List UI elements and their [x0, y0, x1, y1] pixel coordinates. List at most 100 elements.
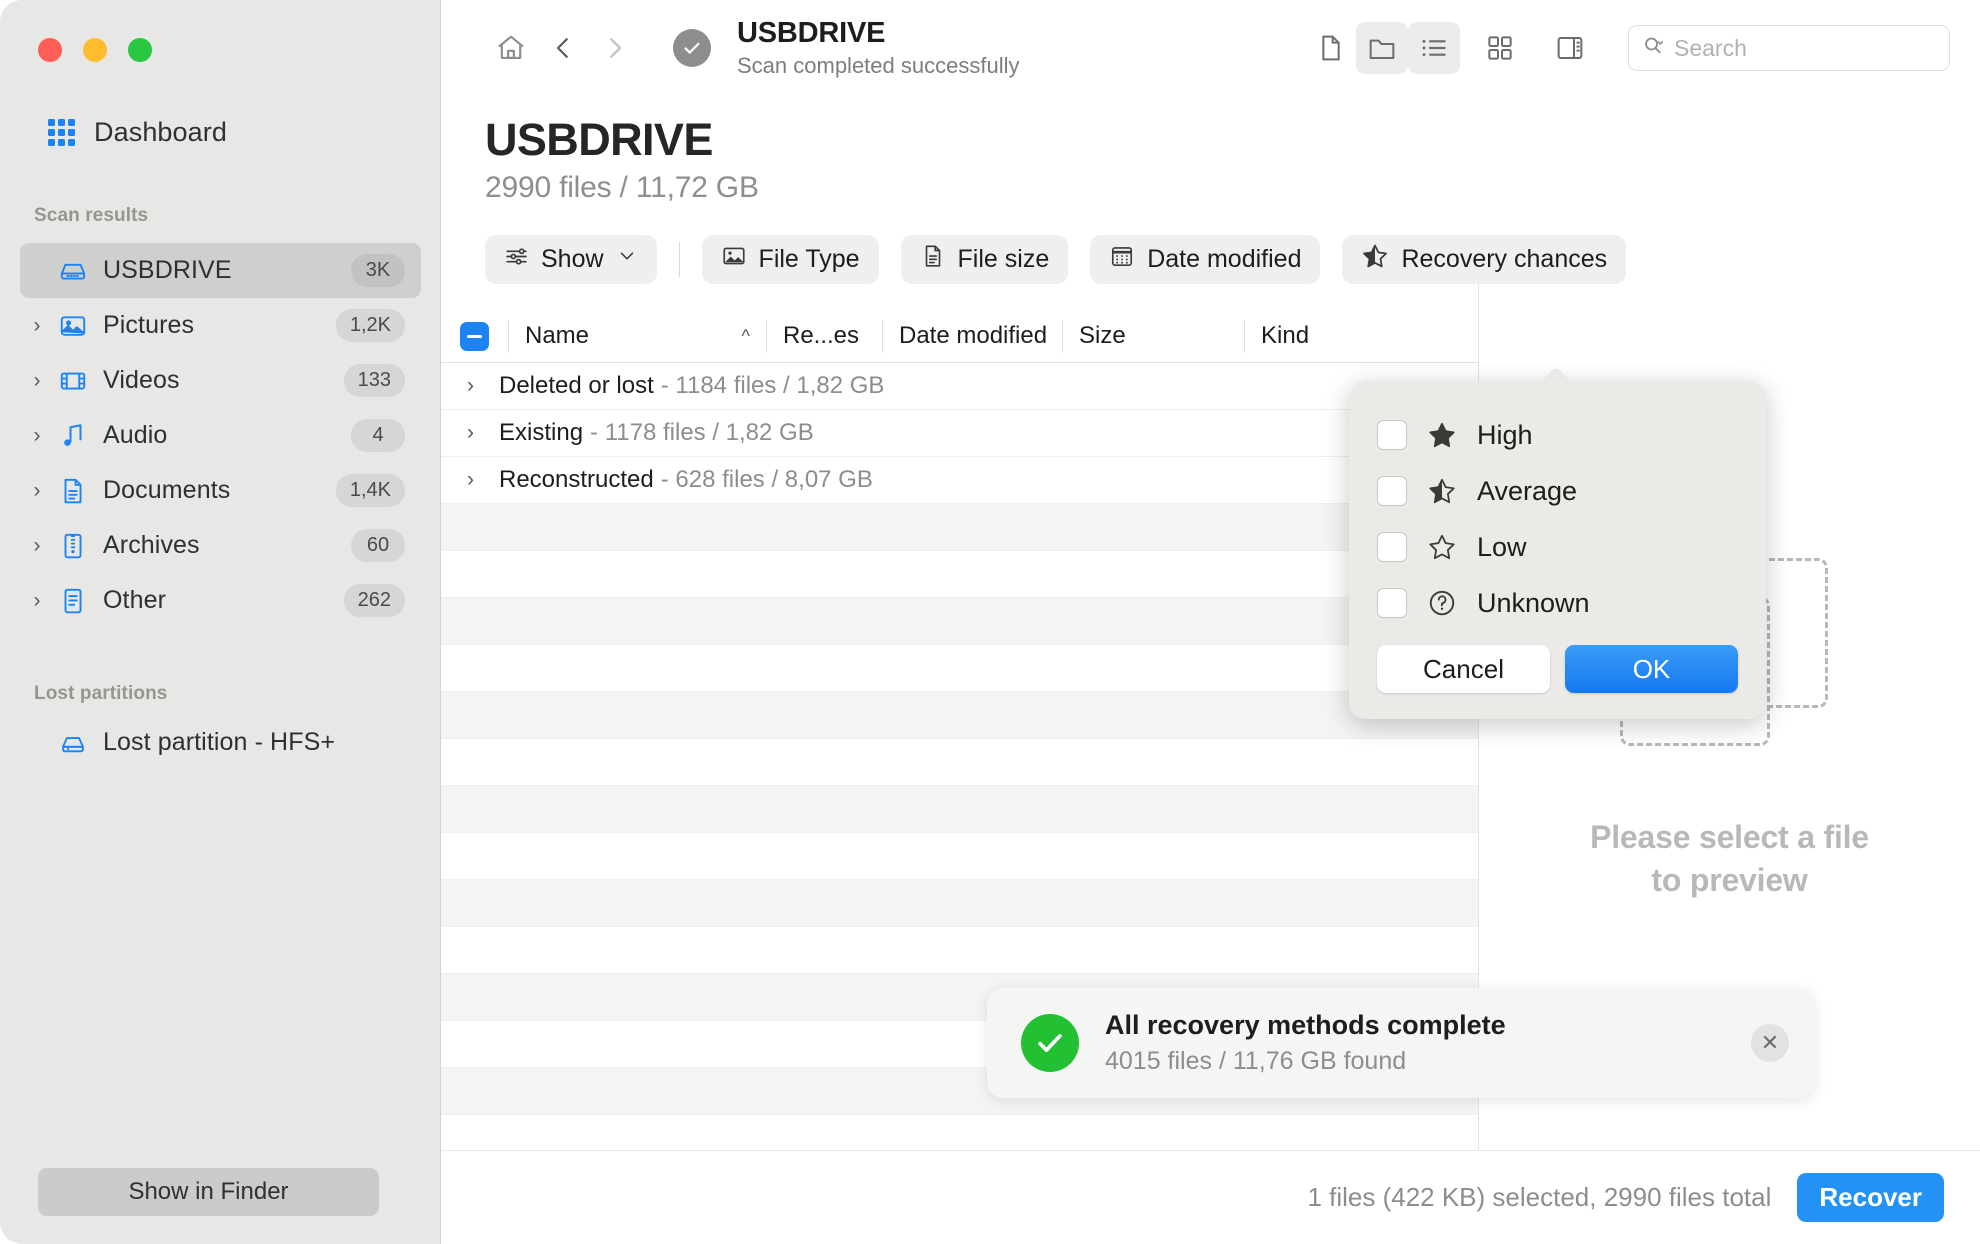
- popover-option-low[interactable]: Low: [1377, 519, 1738, 575]
- sidebar-item-documents[interactable]: › Documents 1,4K: [20, 463, 421, 518]
- search-input[interactable]: [1674, 34, 1937, 62]
- star-filled-icon: [1425, 420, 1459, 450]
- group-meta: - 1184 files / 1,82 GB: [660, 372, 885, 399]
- column-header-name-label: Name: [525, 322, 590, 349]
- table-empty-row: [441, 833, 1478, 880]
- sidebar-item-other[interactable]: › Other 262: [20, 573, 421, 628]
- toast-notification: All recovery methods complete 4015 files…: [987, 988, 1815, 1098]
- sidebar-panel-icon[interactable]: [1544, 22, 1596, 74]
- table-empty-row: [441, 786, 1478, 833]
- popover-option-average[interactable]: Average: [1377, 463, 1738, 519]
- popover-ok-button[interactable]: OK: [1565, 645, 1738, 693]
- picture-icon: [54, 311, 92, 341]
- chevron-right-icon[interactable]: ›: [467, 374, 499, 398]
- forward-button[interactable]: [589, 22, 641, 74]
- popover-option-label: Low: [1477, 531, 1527, 562]
- date-modified-filter-label: Date modified: [1147, 245, 1302, 273]
- image-icon: [721, 243, 747, 276]
- chevron-right-icon[interactable]: ›: [20, 590, 54, 611]
- zoom-window-button[interactable]: [128, 38, 152, 62]
- drive-icon: [54, 728, 92, 758]
- grid-view-icon[interactable]: [1474, 22, 1526, 74]
- sidebar-item-badge: 4: [351, 419, 405, 452]
- table-group-row[interactable]: › Existing - 1178 files / 1,82 GB: [441, 410, 1478, 457]
- sidebar-item-pictures[interactable]: › Pictures 1,2K: [20, 298, 421, 353]
- sidebar-item-label: Other: [103, 586, 167, 614]
- search-icon: [1641, 34, 1665, 63]
- star-half-icon: [1361, 242, 1389, 277]
- file-size-filter-button[interactable]: File size: [900, 235, 1069, 284]
- page-header: USBDRIVE 2990 files / 11,72 GB: [441, 96, 1980, 205]
- select-all-checkbox[interactable]: [460, 321, 489, 351]
- column-header-date-modified[interactable]: Date modified: [882, 319, 1062, 353]
- grid-icon: [48, 118, 75, 146]
- sidebar-item-audio[interactable]: › Audio 4: [20, 408, 421, 463]
- back-button[interactable]: [537, 22, 589, 74]
- audio-icon: [54, 421, 92, 451]
- sidebar-item-label: Videos: [103, 366, 180, 394]
- popover-checkbox[interactable]: [1377, 476, 1407, 506]
- table-group-row[interactable]: › Deleted or lost - 1184 files / 1,82 GB: [441, 363, 1478, 410]
- minimize-window-button[interactable]: [83, 38, 107, 62]
- popover-cancel-button[interactable]: Cancel: [1377, 645, 1550, 693]
- chevron-right-icon[interactable]: ›: [20, 425, 54, 446]
- sidebar-item-label: Archives: [103, 531, 200, 559]
- search-input-container[interactable]: [1628, 25, 1950, 71]
- popover-option-label: Average: [1477, 475, 1578, 506]
- chevron-right-icon[interactable]: ›: [20, 535, 54, 556]
- recovery-chances-filter-button[interactable]: Recovery chances: [1342, 235, 1627, 284]
- sidebar-item-label: Documents: [103, 476, 231, 504]
- column-header-name[interactable]: Name ^: [508, 319, 766, 353]
- table-empty-row: [441, 880, 1478, 927]
- popover-option-unknown[interactable]: Unknown: [1377, 575, 1738, 631]
- chevron-right-icon[interactable]: ›: [20, 315, 54, 336]
- sidebar-item-videos[interactable]: › Videos 133: [20, 353, 421, 408]
- close-window-button[interactable]: [38, 38, 62, 62]
- sidebar-item-label: USBDRIVE: [103, 256, 232, 284]
- recovery-chances-filter-label: Recovery chances: [1401, 245, 1608, 273]
- list-view-icon[interactable]: [1408, 22, 1460, 74]
- popover-checkbox[interactable]: [1377, 532, 1407, 562]
- popover-checkbox[interactable]: [1377, 420, 1407, 450]
- sidebar-item-badge: 1,2K: [335, 309, 405, 342]
- home-icon[interactable]: [485, 22, 537, 74]
- sidebar-item-badge: 1,4K: [335, 474, 405, 507]
- table-empty-row: [441, 739, 1478, 786]
- chevron-right-icon[interactable]: ›: [20, 480, 54, 501]
- check-circle-filled-icon: [1021, 1014, 1079, 1072]
- sidebar-item-usbdrive[interactable]: USBDRIVE 3K: [20, 243, 421, 298]
- group-title: Reconstructed: [499, 466, 654, 493]
- table-group-row[interactable]: › Reconstructed - 628 files / 8,07 GB: [441, 457, 1478, 504]
- table-empty-row: [441, 1115, 1478, 1150]
- show-filter-button[interactable]: Show: [485, 235, 657, 284]
- scan-results-list: USBDRIVE 3K › Pictures 1,2K › Videos 133…: [20, 243, 421, 628]
- column-header-size[interactable]: Size: [1062, 319, 1244, 353]
- folder-view-icon[interactable]: [1356, 22, 1408, 74]
- column-header-kind[interactable]: Kind: [1244, 319, 1478, 353]
- close-icon[interactable]: ✕: [1751, 1024, 1789, 1062]
- sidebar-item-archives[interactable]: › Archives 60: [20, 518, 421, 573]
- file-view-icon[interactable]: [1304, 22, 1356, 74]
- table-empty-row: [441, 551, 1478, 598]
- toolbar: USBDRIVE Scan completed successfully: [441, 0, 1980, 96]
- sidebar-item-label: Audio: [103, 421, 168, 449]
- recover-button[interactable]: Recover: [1797, 1173, 1944, 1222]
- show-in-finder-button[interactable]: Show in Finder: [38, 1168, 379, 1216]
- popover-checkbox[interactable]: [1377, 588, 1407, 618]
- filter-bar: Show File Type File size Date modified R…: [441, 205, 1980, 284]
- sidebar-item-dashboard[interactable]: Dashboard: [48, 113, 227, 151]
- date-modified-filter-button[interactable]: Date modified: [1090, 235, 1321, 284]
- file-type-filter-label: File Type: [758, 245, 860, 273]
- popover-option-high[interactable]: High: [1377, 407, 1738, 463]
- chevron-right-icon[interactable]: ›: [467, 468, 499, 492]
- preview-message-line1: Please select a file: [1590, 819, 1869, 856]
- column-header-recovery-chances[interactable]: Re...es: [766, 319, 882, 353]
- file-type-filter-button[interactable]: File Type: [701, 235, 879, 284]
- chevron-right-icon[interactable]: ›: [20, 370, 54, 391]
- toast-subtitle: 4015 files / 11,76 GB found: [1105, 1047, 1407, 1075]
- calendar-icon: [1109, 243, 1135, 276]
- toast-title: All recovery methods complete: [1105, 1010, 1506, 1040]
- sidebar-item-lost-partition[interactable]: Lost partition - HFS+: [20, 715, 421, 770]
- table-empty-row: [441, 598, 1478, 645]
- chevron-right-icon[interactable]: ›: [467, 421, 499, 445]
